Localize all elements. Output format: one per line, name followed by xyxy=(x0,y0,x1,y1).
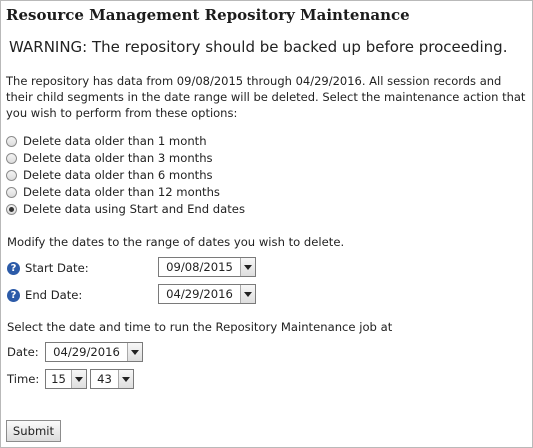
minute-value: 43 xyxy=(97,372,112,386)
help-icon[interactable]: ? xyxy=(7,288,20,302)
start-date-select[interactable]: 09/08/2015 xyxy=(158,257,256,277)
hour-value: 15 xyxy=(51,372,66,386)
end-date-value: 04/29/2016 xyxy=(166,287,233,301)
chevron-down-icon[interactable] xyxy=(240,258,255,276)
help-icon[interactable]: ? xyxy=(7,261,20,275)
chevron-down-icon[interactable] xyxy=(118,370,133,388)
minute-select[interactable]: 43 xyxy=(90,369,134,389)
option-label: Delete data older than 6 months xyxy=(23,168,213,182)
warning-message: WARNING: The repository should be backed… xyxy=(9,38,508,56)
option-label: Delete data using Start and End dates xyxy=(23,202,245,216)
range-instruction: Modify the dates to the range of dates y… xyxy=(7,235,345,249)
start-date-value: 09/08/2015 xyxy=(166,260,233,274)
hour-select[interactable]: 15 xyxy=(45,369,87,389)
start-date-label: Start Date: xyxy=(25,261,89,275)
chevron-down-icon[interactable] xyxy=(240,285,255,303)
schedule-instruction: Select the date and time to run the Repo… xyxy=(7,320,393,334)
end-date-row: ? End Date: xyxy=(7,288,82,302)
end-date-select[interactable]: 04/29/2016 xyxy=(158,284,256,304)
option-label: Delete data older than 12 months xyxy=(23,185,220,199)
option-start-end-dates[interactable]: Delete data using Start and End dates xyxy=(6,201,245,217)
radio-12-months[interactable] xyxy=(6,186,17,198)
schedule-date-value: 04/29/2016 xyxy=(53,345,120,359)
option-label: Delete data older than 3 months xyxy=(23,151,213,165)
schedule-date-label: Date: xyxy=(7,345,39,359)
option-12-months[interactable]: Delete data older than 12 months xyxy=(6,184,220,200)
info-text: The repository has data from 09/08/2015 … xyxy=(6,74,526,120)
radio-6-months[interactable] xyxy=(6,169,17,181)
option-6-months[interactable]: Delete data older than 6 months xyxy=(6,167,213,183)
option-3-months[interactable]: Delete data older than 3 months xyxy=(6,150,213,166)
start-date-row: ? Start Date: xyxy=(7,261,89,275)
page-title: Resource Management Repository Maintenan… xyxy=(6,6,410,24)
radio-1-month[interactable] xyxy=(6,135,17,147)
option-label: Delete data older than 1 month xyxy=(23,134,207,148)
radio-3-months[interactable] xyxy=(6,152,17,164)
radio-start-end-dates[interactable] xyxy=(6,203,17,215)
chevron-down-icon[interactable] xyxy=(71,370,86,388)
submit-button[interactable]: Submit xyxy=(6,420,61,442)
option-1-month[interactable]: Delete data older than 1 month xyxy=(6,133,207,149)
chevron-down-icon[interactable] xyxy=(127,343,142,361)
end-date-label: End Date: xyxy=(25,288,83,302)
schedule-time-label: Time: xyxy=(7,372,40,386)
schedule-date-select[interactable]: 04/29/2016 xyxy=(45,342,143,362)
